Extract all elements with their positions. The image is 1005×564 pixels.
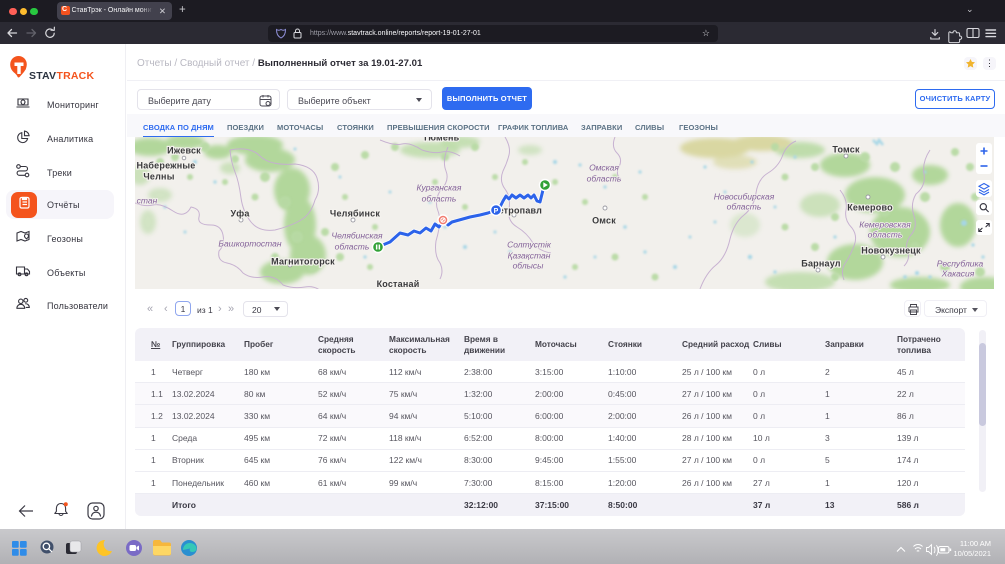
svg-text:область: область [422,194,457,204]
svg-text:Тюмень: Тюмень [423,137,460,143]
svg-text:Челябинск: Челябинск [330,209,380,219]
svg-text:Томск: Томск [832,145,860,155]
svg-text:стан: стан [137,196,158,206]
svg-text:Магнитогорск: Магнитогорск [271,257,335,267]
svg-text:Кемерово: Кемерово [847,203,893,213]
svg-text:Челябинская: Челябинская [331,231,383,241]
svg-text:Набережные: Набережные [137,161,196,171]
svg-text:Уфа: Уфа [230,209,250,219]
svg-text:Омск: Омск [592,216,616,226]
svg-text:Омская: Омская [589,163,619,173]
svg-text:P: P [494,208,499,215]
svg-text:Барнаул: Барнаул [801,259,840,269]
svg-text:область: область [727,202,762,212]
svg-text:Костанай: Костанай [377,279,420,289]
svg-text:Республика: Республика [937,259,984,269]
svg-text:область: область [335,242,370,252]
svg-text:Қазақстан: Қазақстан [508,251,551,261]
svg-text:Ижевск: Ижевск [167,146,201,156]
svg-text:Хакасия: Хакасия [941,269,975,279]
svg-text:Новосибирская: Новосибирская [714,192,775,202]
svg-text:Курганская: Курганская [417,183,462,193]
svg-text:область: область [587,174,622,184]
svg-text:TRACK: TRACK [57,70,95,82]
svg-text:облысы: облысы [513,261,545,271]
svg-text:область: область [868,230,903,240]
svg-text:Солтустік: Солтустік [507,240,552,250]
svg-text:Башкортостан: Башкортостан [218,239,281,249]
svg-text:Челны: Челны [143,172,174,182]
svg-text:STAV: STAV [29,70,56,82]
svg-text:Кемеровская: Кемеровская [859,220,911,230]
svg-text:Новокузнецк: Новокузнецк [861,246,921,256]
